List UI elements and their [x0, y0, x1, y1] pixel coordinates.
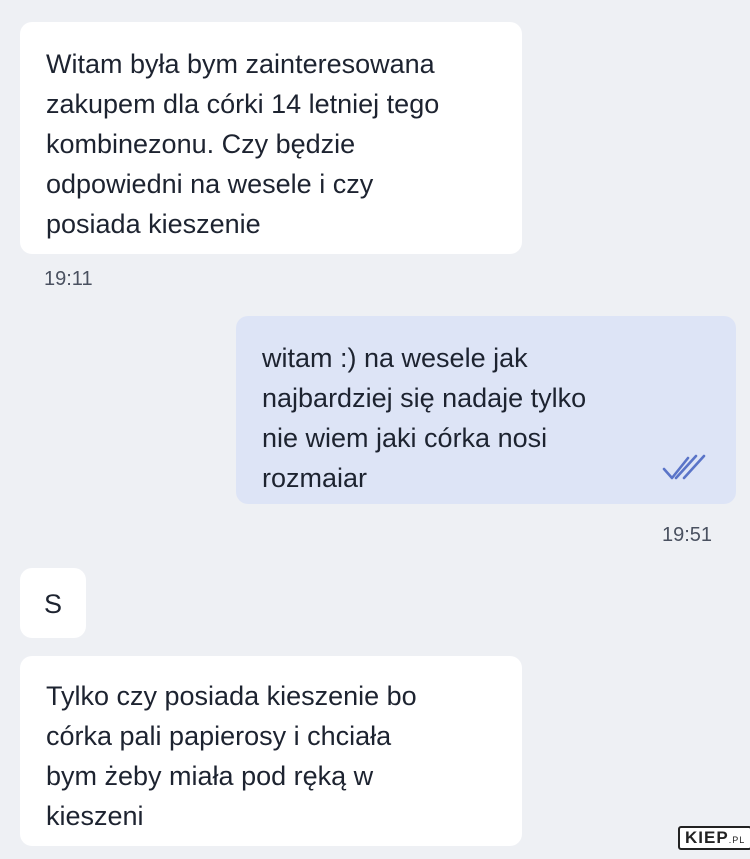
message-bubble-incoming[interactable]: S	[20, 568, 86, 638]
double-check-icon	[662, 454, 706, 480]
message-timestamp: 19:51	[662, 524, 713, 546]
message-text: Tylko czy posiada kieszenie bo córka pal…	[46, 681, 417, 831]
message-timestamp: 19:11	[44, 268, 93, 290]
watermark-suffix: .PL	[728, 835, 746, 845]
site-watermark-logo: KIEP.PL	[678, 826, 750, 850]
message-bubble-incoming[interactable]: Tylko czy posiada kieszenie bo córka pal…	[20, 656, 522, 846]
message-bubble-incoming[interactable]: Witam była bym zainteresowana zakupem dl…	[20, 22, 522, 254]
message-text: Witam była bym zainteresowana zakupem dl…	[46, 49, 440, 239]
message-bubble-outgoing[interactable]: witam :) na wesele jak najbardziej się n…	[236, 316, 736, 504]
watermark-text: KIEP	[685, 828, 729, 847]
message-text: S	[44, 589, 63, 619]
